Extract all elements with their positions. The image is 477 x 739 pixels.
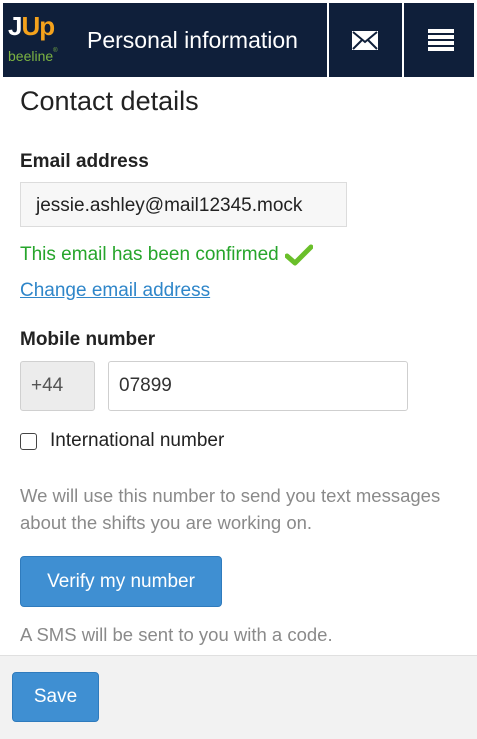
envelope-icon — [352, 30, 378, 50]
section-title: Contact details — [20, 86, 199, 116]
form-footer: Save — [0, 655, 477, 739]
top-navigation-bar: JUp beeline® Personal information — [0, 0, 477, 77]
logo-wordmark: JUp — [8, 11, 55, 42]
messages-button[interactable] — [327, 3, 401, 77]
jup-beeline-logo[interactable]: JUp beeline® — [7, 9, 69, 73]
mobile-help-text: We will use this number to send you text… — [20, 485, 441, 533]
international-number-label: International number — [50, 430, 225, 451]
save-button[interactable]: Save — [12, 672, 99, 722]
checkmark-icon — [284, 244, 313, 266]
logo-up: Up — [21, 11, 55, 41]
international-number-checkbox[interactable] — [20, 432, 37, 450]
email-field: jessie.ashley@mail12345.mock — [20, 182, 347, 227]
email-label: Email address — [20, 151, 149, 172]
mobile-number-input[interactable] — [108, 361, 408, 411]
logo-subtitle: beeline® — [8, 48, 58, 64]
logo-j: J — [8, 11, 23, 41]
hamburger-menu-icon — [427, 29, 454, 51]
verify-number-button[interactable]: Verify my number — [20, 556, 222, 607]
page-title: Personal information — [87, 27, 298, 53]
country-code-prefix: +44 — [20, 361, 95, 411]
email-confirmed-text: This email has been confirmed — [20, 244, 279, 265]
international-number-option[interactable]: International number — [20, 430, 224, 452]
email-confirmed-status: This email has been confirmed — [20, 244, 313, 266]
sms-note: A SMS will be sent to you with a code. — [20, 624, 333, 645]
mobile-label: Mobile number — [20, 329, 156, 350]
menu-button[interactable] — [402, 3, 477, 77]
change-email-link[interactable]: Change email address — [20, 280, 210, 302]
